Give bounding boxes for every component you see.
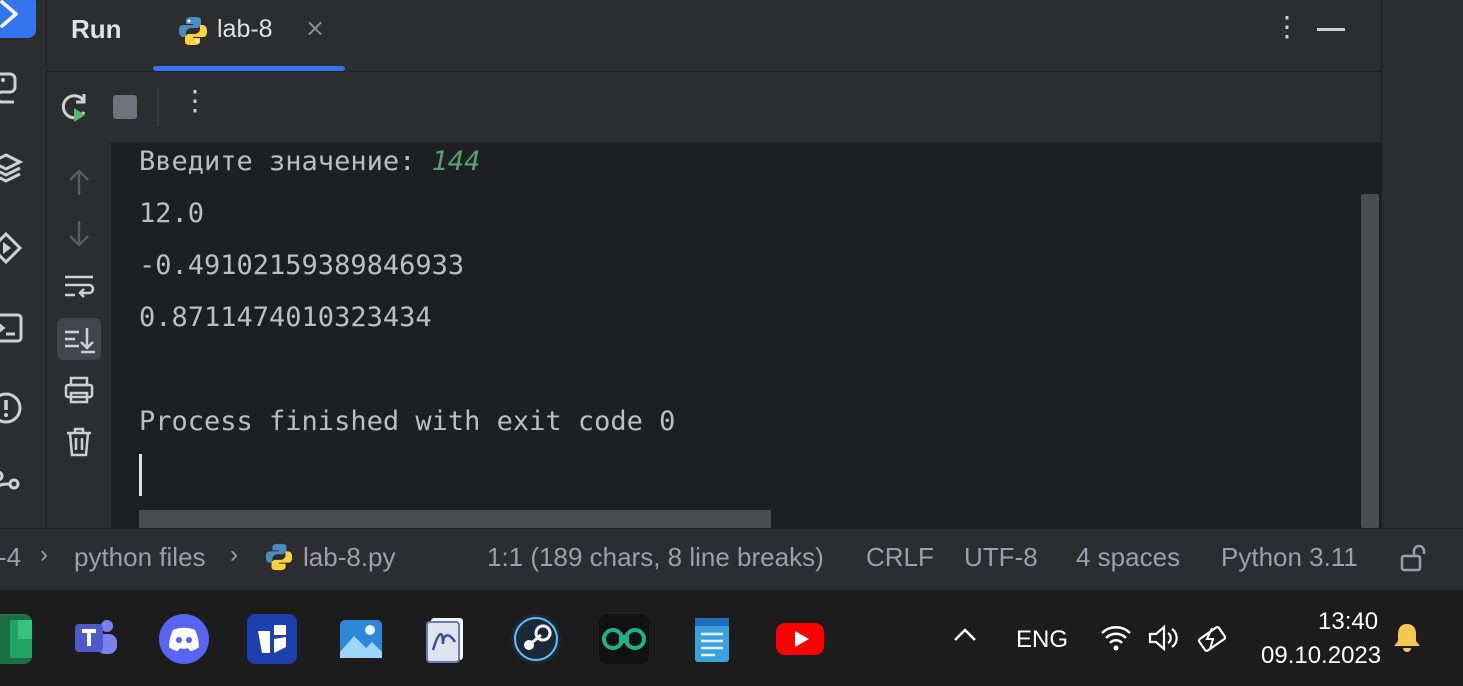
terminal-icon[interactable] [0, 310, 24, 346]
run-window-title: Run [71, 14, 122, 44]
file-encoding[interactable]: UTF-8 [964, 542, 1038, 573]
toolbar-separator [157, 88, 159, 126]
console-actions [47, 142, 111, 528]
stop-button[interactable] [113, 95, 137, 119]
breadcrumb-folder[interactable]: python files [74, 542, 206, 573]
breadcrumb-chevron-icon: › [40, 541, 48, 568]
notification-bell-icon[interactable] [1390, 620, 1424, 654]
indent-setting[interactable]: 4 spaces [1076, 542, 1180, 573]
tab-label: lab-8 [217, 15, 273, 43]
rerun-icon[interactable] [57, 90, 91, 124]
console-prompt: Введите значение: [139, 146, 432, 177]
run-toolbar: ⋮ [47, 72, 1381, 142]
exit-message: Process finished with exit code 0 [139, 406, 676, 437]
caret-position[interactable]: 1:1 (189 chars, 8 line breaks) [487, 542, 824, 573]
more-options-icon[interactable]: ⋮ [1273, 10, 1301, 43]
active-tab-indicator [153, 66, 345, 71]
chevron-up-icon[interactable] [950, 620, 980, 650]
photos-icon[interactable] [336, 614, 386, 664]
clock-date[interactable]: 09.10.2023 [1261, 642, 1381, 670]
console-prompt-line: Введите значение: 144 [139, 146, 480, 177]
wifi-icon[interactable] [1100, 624, 1132, 652]
console-user-input: 144 [431, 146, 481, 177]
trash-icon[interactable] [61, 424, 97, 460]
python-file-icon [265, 543, 293, 571]
tool-window-strip [0, 0, 47, 528]
status-bar: -4 › python files › lab-8.py 1:1 (189 ch… [0, 528, 1463, 588]
layers-icon[interactable] [0, 150, 24, 186]
run-icon [0, 0, 18, 28]
document-app-icon[interactable] [423, 614, 473, 664]
minimize-button[interactable] [1317, 28, 1345, 31]
toolbar-more-icon[interactable]: ⋮ [181, 84, 209, 117]
excel-icon[interactable] [0, 614, 32, 664]
console-output[interactable]: Введите значение: 144 12.0 -0.4910215938… [111, 142, 1381, 528]
git-icon[interactable] [0, 466, 24, 502]
python-file-icon [179, 17, 207, 45]
console-output-line: 12.0 [139, 198, 205, 229]
clock-time[interactable]: 13:40 [1318, 608, 1378, 636]
python-interpreter[interactable]: Python 3.11 [1221, 542, 1358, 573]
teams-icon[interactable] [71, 614, 121, 664]
breadcrumb-file[interactable]: lab-8.py [303, 542, 396, 573]
volume-icon[interactable] [1147, 624, 1179, 652]
taskbar-app-icon[interactable] [599, 614, 649, 664]
arrow-up-icon[interactable] [61, 164, 97, 200]
input-language[interactable]: ENG [1016, 626, 1068, 654]
steam-icon[interactable] [511, 614, 561, 664]
console-output-line: 0.8711474010323434 [139, 302, 432, 333]
right-tool-strip [1381, 0, 1463, 528]
problems-icon[interactable] [0, 390, 24, 426]
services-icon[interactable] [0, 230, 24, 266]
print-icon[interactable] [61, 372, 97, 408]
close-tab-icon[interactable]: × [305, 14, 325, 42]
horizontal-scrollbar[interactable] [139, 510, 771, 528]
youtube-icon[interactable] [775, 614, 825, 664]
run-window-header: Run lab-8 × ⋮ [47, 0, 1381, 72]
notepad-icon[interactable] [687, 614, 737, 664]
text-caret [139, 454, 142, 496]
windows-taskbar: ENG 13:40 09.10.2023 [0, 588, 1463, 686]
taskbar-app-icon[interactable] [247, 614, 297, 664]
vertical-scrollbar[interactable] [1361, 194, 1379, 528]
discord-icon[interactable] [159, 614, 209, 664]
breadcrumb-chevron-icon: › [230, 541, 238, 568]
line-ending[interactable]: CRLF [866, 542, 934, 573]
tab-lab-8[interactable]: lab-8 × [153, 0, 345, 72]
breadcrumb-project[interactable]: -4 [0, 542, 21, 573]
unlock-icon[interactable] [1400, 543, 1428, 573]
scroll-to-end-icon[interactable] [57, 318, 101, 360]
arrow-down-icon[interactable] [61, 216, 97, 252]
python-packages-icon[interactable] [0, 70, 24, 106]
run-tool-button[interactable] [0, 0, 36, 38]
battery-charging-icon[interactable] [1194, 622, 1230, 654]
soft-wrap-icon[interactable] [61, 268, 97, 304]
console-output-line: -0.49102159389846933 [139, 250, 465, 281]
